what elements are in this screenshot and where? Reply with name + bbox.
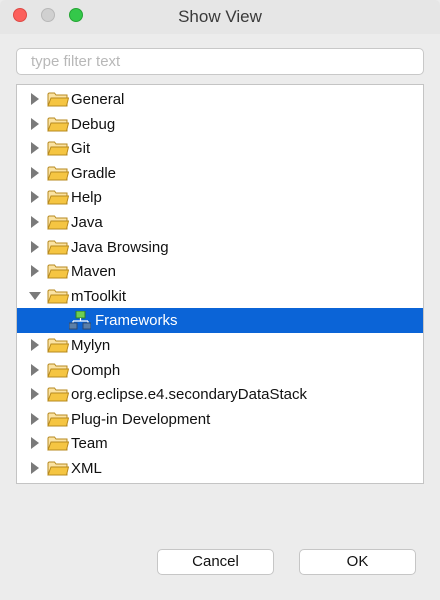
folder-icon xyxy=(47,264,69,279)
chevron-right-icon[interactable] xyxy=(29,191,41,204)
tree-item-label: XML xyxy=(71,460,102,477)
open-folder-icon xyxy=(47,289,69,304)
tree-category-xml[interactable]: XML xyxy=(17,456,423,481)
title-bar: Show View xyxy=(0,0,440,34)
tree-category-git[interactable]: Git xyxy=(17,136,423,161)
tree-category-plug-in-development[interactable]: Plug-in Development xyxy=(17,407,423,432)
chevron-right-icon[interactable] xyxy=(29,412,41,425)
chevron-right-icon[interactable] xyxy=(29,93,41,105)
tree-item-label: General xyxy=(71,91,125,108)
folder-icon xyxy=(47,117,69,132)
tree-item-frameworks[interactable]: Frameworks xyxy=(17,308,423,333)
chevron-down-icon[interactable] xyxy=(29,290,41,302)
tree-category-help[interactable]: Help xyxy=(17,185,423,210)
tree-category-java-browsing[interactable]: Java Browsing xyxy=(17,235,423,260)
ok-button[interactable]: OK xyxy=(299,549,416,575)
folder-icon xyxy=(47,240,69,255)
tree-item-label: Plug-in Development xyxy=(71,410,211,428)
chevron-right-icon[interactable] xyxy=(29,166,41,179)
tree-category-mtoolkit[interactable]: mToolkit xyxy=(17,284,423,309)
folder-icon xyxy=(47,436,69,451)
tree-category-org-eclipse-e4-secondarydatastack[interactable]: org.eclipse.e4.secondaryDataStack xyxy=(17,382,423,407)
folder-icon xyxy=(47,363,69,378)
chevron-right-icon[interactable] xyxy=(29,437,41,450)
chevron-right-icon[interactable] xyxy=(29,339,41,351)
tree-category-debug[interactable]: Debug xyxy=(17,112,423,137)
folder-icon xyxy=(47,387,69,402)
tree-category-maven[interactable]: Maven xyxy=(17,259,423,284)
tree-item-label: mToolkit xyxy=(71,287,127,305)
chevron-right-icon[interactable] xyxy=(29,117,41,130)
folder-icon xyxy=(47,338,69,353)
chevron-right-icon[interactable] xyxy=(29,216,41,228)
tree-category-general[interactable]: General xyxy=(17,87,423,112)
folder-icon xyxy=(47,141,69,156)
tree-category-oomph[interactable]: Oomph xyxy=(17,358,423,383)
chevron-right-icon[interactable] xyxy=(29,265,41,278)
tree-item-label: Debug xyxy=(71,115,116,133)
chevron-right-icon[interactable] xyxy=(29,240,41,253)
tree-item-label: Help xyxy=(71,189,102,207)
tree-item-label: Mylyn xyxy=(71,337,111,354)
folder-icon xyxy=(47,215,69,230)
tree-item-label: Java Browsing xyxy=(71,238,169,256)
tree-category-team[interactable]: Team xyxy=(17,431,423,456)
tree-item-label: org.eclipse.e4.secondaryDataStack xyxy=(71,386,307,404)
dialog-title: Show View xyxy=(178,7,262,26)
tree-category-gradle[interactable]: Gradle xyxy=(17,161,423,186)
tree-item-label: Frameworks xyxy=(95,312,178,330)
tree-category-mylyn[interactable]: Mylyn xyxy=(17,333,423,358)
frameworks-view-icon xyxy=(69,311,91,330)
folder-icon xyxy=(47,461,69,476)
chevron-right-icon[interactable] xyxy=(29,142,41,155)
cancel-button[interactable]: Cancel xyxy=(157,549,274,575)
folder-icon xyxy=(47,412,69,427)
tree-item-label: Maven xyxy=(71,263,117,281)
tree-item-label: Git xyxy=(71,140,91,158)
chevron-right-icon[interactable] xyxy=(29,388,41,401)
tree-category-java[interactable]: Java xyxy=(17,210,423,235)
folder-icon xyxy=(47,92,69,107)
tree-item-label: Oomph xyxy=(71,361,121,379)
view-tree[interactable]: General Debug Git Gradle Help Java Java Browsi… xyxy=(16,84,424,484)
filter-input[interactable] xyxy=(16,48,424,75)
tree-item-label: Gradle xyxy=(71,164,117,182)
tree-item-label: Java xyxy=(71,214,103,231)
tree-item-label: Team xyxy=(71,435,108,453)
folder-icon xyxy=(47,166,69,181)
chevron-right-icon[interactable] xyxy=(29,462,41,474)
show-view-dialog: Show View General Debug Git Gradle Help Java J… xyxy=(0,0,440,600)
chevron-right-icon[interactable] xyxy=(29,363,41,376)
folder-icon xyxy=(47,190,69,205)
